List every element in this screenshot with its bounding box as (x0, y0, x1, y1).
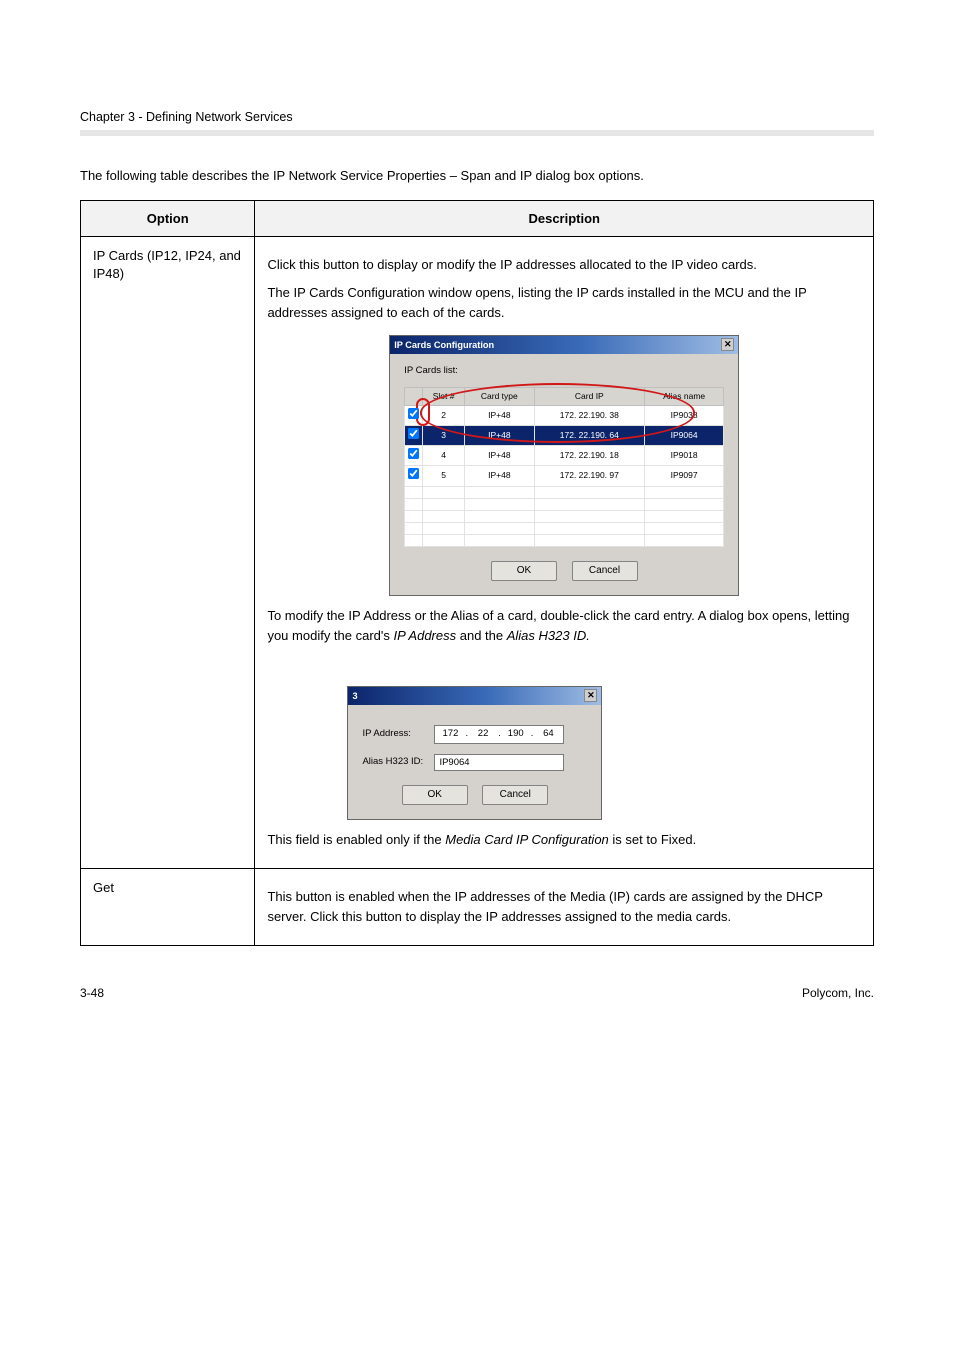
grid-row-checkbox[interactable] (408, 448, 419, 459)
ip-cards-config-dialog: IP Cards Configuration ✕ IP Cards list: (389, 335, 739, 596)
grid-cell: 4 (423, 446, 465, 466)
grid-cell: IP+48 (465, 405, 535, 425)
grid-cell: IP+48 (465, 466, 535, 486)
grid-header-alias: Alias name (645, 387, 724, 405)
grid-header-ip: Card IP (534, 387, 644, 405)
ip-cards-list-label: IP Cards list: (404, 364, 724, 379)
grid-cell: 3 (423, 425, 465, 445)
grid-row-checkbox[interactable] (408, 428, 419, 439)
desc-paragraph: Click this button to display or modify t… (267, 255, 861, 275)
grid-cell: 172. 22.190. 18 (534, 446, 644, 466)
dialog-titlebar: 3 ✕ (348, 687, 601, 705)
option-cell-get: Get (81, 868, 255, 945)
dialog-title-text: 3 (352, 689, 357, 703)
table-row: Get This button is enabled when the IP a… (81, 868, 874, 945)
column-header-description: Description (255, 200, 874, 236)
grid-header-type: Card type (465, 387, 535, 405)
chapter-line: Chapter 3 - Defining Network Services (80, 110, 874, 124)
header-divider (80, 130, 874, 136)
intro-paragraph: The following table describes the IP Net… (80, 166, 874, 186)
grid-cell: 172. 22.190. 64 (534, 425, 644, 445)
cancel-button[interactable]: Cancel (482, 785, 548, 805)
ok-button[interactable]: OK (491, 561, 557, 581)
grid-row[interactable]: 2 IP+48 172. 22.190. 38 IP9038 (405, 405, 724, 425)
options-table: Option Description IP Cards (IP12, IP24,… (80, 200, 874, 946)
page-number: 3-48 (80, 986, 104, 1000)
grid-cell: IP9018 (645, 446, 724, 466)
close-icon[interactable]: ✕ (584, 689, 597, 702)
grid-cell: IP9038 (645, 405, 724, 425)
footer-company: Polycom, Inc. (802, 986, 874, 1000)
desc-paragraph: The IP Cards Configuration window opens,… (267, 283, 861, 323)
grid-cell: 172. 22.190. 97 (534, 466, 644, 486)
alias-id-input[interactable] (434, 754, 564, 771)
grid-cell: IP9097 (645, 466, 724, 486)
grid-cell: IP9064 (645, 425, 724, 445)
ip-cards-grid[interactable]: Slot # Card type Card IP Alias name 2 IP… (404, 387, 724, 547)
description-cell-get: This button is enabled when the IP addre… (255, 868, 874, 945)
grid-cell: 2 (423, 405, 465, 425)
alias-id-label: Alias H323 ID: (362, 755, 424, 770)
grid-row-checkbox[interactable] (408, 408, 419, 419)
desc-paragraph: To modify the IP Address or the Alias of… (267, 606, 861, 646)
ip-address-input[interactable]: 172.22.190.64 (434, 725, 564, 744)
grid-row[interactable]: 4 IP+48 172. 22.190. 18 IP9018 (405, 446, 724, 466)
desc-paragraph: This field is enabled only if the Media … (267, 830, 861, 850)
option-cell-ip-cards: IP Cards (IP12, IP24, and IP48) (81, 236, 255, 868)
grid-row[interactable]: 3 IP+48 172. 22.190. 64 IP9064 (405, 425, 724, 445)
ok-button[interactable]: OK (402, 785, 468, 805)
close-icon[interactable]: ✕ (721, 338, 734, 351)
grid-row-checkbox[interactable] (408, 468, 419, 479)
grid-cell: IP+48 (465, 446, 535, 466)
cancel-button[interactable]: Cancel (572, 561, 638, 581)
grid-row[interactable]: 5 IP+48 172. 22.190. 97 IP9097 (405, 466, 724, 486)
grid-cell: 172. 22.190. 38 (534, 405, 644, 425)
ip-address-label: IP Address: (362, 727, 424, 742)
edit-card-dialog: 3 ✕ IP Address: 172.22.190.64 A (347, 686, 602, 820)
desc-paragraph: This button is enabled when the IP addre… (267, 887, 861, 927)
grid-cell: IP+48 (465, 425, 535, 445)
dialog-titlebar: IP Cards Configuration ✕ (390, 336, 738, 354)
column-header-option: Option (81, 200, 255, 236)
grid-cell: 5 (423, 466, 465, 486)
table-row: IP Cards (IP12, IP24, and IP48) Click th… (81, 236, 874, 868)
grid-header-slot: Slot # (423, 387, 465, 405)
dialog-title-text: IP Cards Configuration (394, 338, 494, 352)
description-cell-ip-cards: Click this button to display or modify t… (255, 236, 874, 868)
